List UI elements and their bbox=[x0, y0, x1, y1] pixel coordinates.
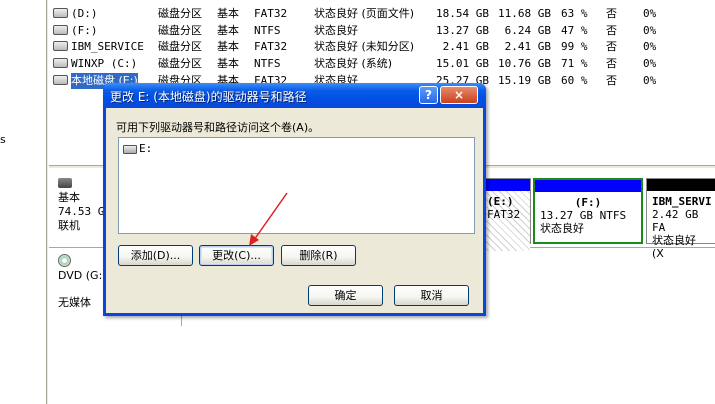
cancel-button[interactable]: 取消 bbox=[394, 285, 469, 306]
partition-bar bbox=[535, 180, 641, 192]
delete-button[interactable]: 删除(R) bbox=[281, 245, 356, 266]
volume-icon bbox=[53, 41, 68, 51]
volume-fault-tolerance: 否 bbox=[606, 24, 617, 37]
volume-type: 基本 bbox=[217, 40, 239, 53]
partition-status: 状态良好 bbox=[540, 222, 584, 235]
volume-name: IBM_SERVICE bbox=[71, 40, 144, 53]
drive-path-list[interactable]: E: bbox=[118, 137, 475, 234]
volume-capacity: 15.01 GB bbox=[436, 57, 489, 70]
volume-overhead: 0% bbox=[643, 57, 657, 70]
volume-row[interactable]: (D:) 磁盘分区 基本 FAT32 状态良好 (页面文件) 18.54 GB … bbox=[49, 6, 715, 22]
partition-bar bbox=[482, 179, 530, 191]
partition-status: 状态良好 (X bbox=[652, 234, 696, 260]
volume-fault-tolerance: 否 bbox=[606, 40, 617, 53]
dialog-title: 更改 E: (本地磁盘)的驱动器号和路径 bbox=[110, 90, 307, 104]
dialog-prompt: 可用下列驱动器号和路径访问这个卷(A)。 bbox=[116, 121, 320, 134]
volume-type: 基本 bbox=[217, 24, 239, 37]
console-tree-pane: s bbox=[0, 0, 48, 404]
volume-layout: 磁盘分区 bbox=[158, 40, 202, 53]
volume-layout: 磁盘分区 bbox=[158, 57, 202, 70]
volume-status: 状态良好 (页面文件) bbox=[314, 7, 415, 20]
partition-title: (E:) bbox=[487, 195, 514, 208]
volume-row[interactable]: (F:) 磁盘分区 基本 NTFS 状态良好 13.27 GB 6.24 GB … bbox=[49, 23, 715, 39]
volume-fs: FAT32 bbox=[254, 40, 288, 53]
volume-fs: FAT32 bbox=[254, 7, 288, 20]
volume-fault-tolerance: 否 bbox=[606, 74, 617, 87]
volume-icon bbox=[53, 8, 68, 18]
volume-row[interactable]: WINXP (C:) 磁盘分区 基本 NTFS 状态良好 (系统) 15.01 … bbox=[49, 56, 715, 72]
volume-overhead: 0% bbox=[643, 74, 657, 87]
volume-type: 基本 bbox=[217, 7, 239, 20]
volume-type: 基本 bbox=[217, 57, 239, 70]
partition-fs: FAT32 bbox=[487, 208, 521, 221]
volume-overhead: 0% bbox=[643, 24, 657, 37]
volume-fs: NTFS bbox=[254, 24, 281, 37]
volume-icon bbox=[53, 25, 68, 35]
volume-capacity: 13.27 GB bbox=[436, 24, 489, 37]
partition-title: IBM_SERVI bbox=[652, 195, 712, 208]
volume-free: 10.76 GB bbox=[498, 57, 551, 70]
volume-name: (D:) bbox=[71, 7, 98, 20]
volume-overhead: 0% bbox=[643, 7, 657, 20]
volume-free-pct: 63 % bbox=[561, 7, 588, 20]
volume-free: 11.68 GB bbox=[498, 7, 551, 20]
volume-name: (F:) bbox=[71, 24, 98, 37]
volume-layout: 磁盘分区 bbox=[158, 24, 202, 37]
volume-free-pct: 60 % bbox=[561, 74, 588, 87]
volume-icon bbox=[53, 58, 68, 68]
ok-button[interactable]: 确定 bbox=[308, 285, 383, 306]
volume-free: 15.19 GB bbox=[498, 74, 551, 87]
partition-ibm-service[interactable]: IBM_SERVI 2.42 GB FA 状态良好 (X bbox=[646, 178, 715, 260]
volume-fs: NTFS bbox=[254, 57, 281, 70]
change-button[interactable]: 更改(C)... bbox=[199, 245, 274, 266]
partition-e[interactable]: (E:) FAT32 bbox=[481, 178, 531, 251]
volume-fault-tolerance: 否 bbox=[606, 7, 617, 20]
drive-path-item[interactable]: E: bbox=[123, 142, 152, 155]
partition-size: 13.27 GB NTFS bbox=[540, 209, 627, 222]
volume-status: 状态良好 (未知分区) bbox=[314, 40, 415, 53]
add-button[interactable]: 添加(D)... bbox=[118, 245, 193, 266]
volume-status: 状态良好 bbox=[314, 24, 358, 37]
volume-status: 状态良好 (系统) bbox=[314, 57, 393, 70]
volume-free-pct: 99 % bbox=[561, 40, 588, 53]
close-button[interactable]: × bbox=[440, 86, 478, 104]
drive-icon bbox=[123, 144, 137, 154]
volume-overhead: 0% bbox=[643, 40, 657, 53]
partition-size: 2.42 GB FA bbox=[652, 208, 699, 234]
volume-capacity: 18.54 GB bbox=[436, 7, 489, 20]
help-button[interactable]: ? bbox=[419, 86, 438, 104]
disk-icon bbox=[58, 178, 72, 188]
volume-capacity: 2.41 GB bbox=[442, 40, 489, 53]
volume-name: WINXP (C:) bbox=[71, 57, 138, 70]
dialog-titlebar[interactable]: 更改 E: (本地磁盘)的驱动器号和路径 ? × bbox=[103, 83, 486, 108]
volume-layout: 磁盘分区 bbox=[158, 7, 202, 20]
volume-free-pct: 47 % bbox=[561, 24, 588, 37]
partition-f[interactable]: (F:) 13.27 GB NTFS 状态良好 bbox=[533, 178, 643, 244]
drive-path-label: E: bbox=[139, 142, 153, 155]
dialog-body: 可用下列驱动器号和路径访问这个卷(A)。 E: 添加(D)... 更改(C)..… bbox=[106, 108, 483, 313]
partition-bar bbox=[647, 179, 715, 191]
tree-text-fragment: s bbox=[0, 133, 6, 146]
partition-title: (F:) bbox=[574, 196, 602, 209]
volume-fault-tolerance: 否 bbox=[606, 57, 617, 70]
volume-free-pct: 71 % bbox=[561, 57, 588, 70]
volume-icon bbox=[53, 75, 68, 85]
cdrom-icon bbox=[58, 254, 71, 267]
volume-free: 2.41 GB bbox=[504, 40, 551, 53]
change-drive-letter-dialog: 更改 E: (本地磁盘)的驱动器号和路径 ? × 可用下列驱动器号和路径访问这个… bbox=[103, 83, 486, 316]
volume-row[interactable]: IBM_SERVICE 磁盘分区 基本 FAT32 状态良好 (未知分区) 2.… bbox=[49, 39, 715, 55]
volume-free: 6.24 GB bbox=[504, 24, 551, 37]
